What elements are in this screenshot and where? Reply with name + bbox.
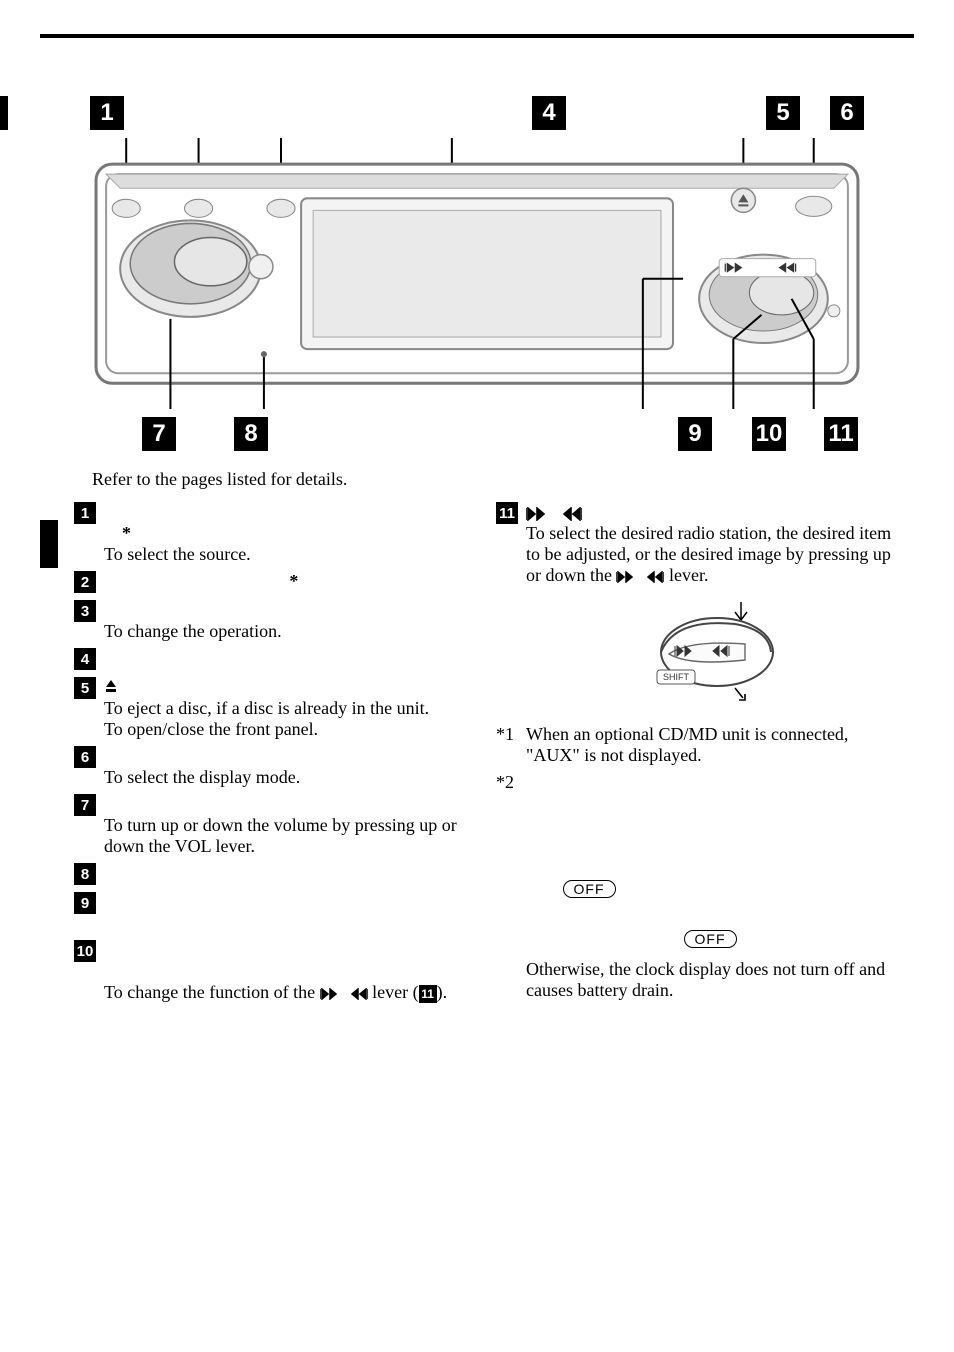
callout-4: 4: [532, 96, 566, 130]
item-1-desc: To select the source.: [104, 544, 472, 565]
item-8-label: Reset button 8: [104, 863, 215, 883]
right-column: 11 lever 11, 13, 14, 15, 17, 18, 19, 20 …: [496, 502, 894, 1009]
item-7-label: VOL (volume control) lever 17: [104, 794, 472, 815]
footnote-1-text: When an optional CD/MD unit is connected…: [526, 724, 848, 765]
badge-1: 1: [74, 502, 96, 524]
item-5-desc: To eject a disc, if a disc is already in…: [104, 698, 472, 719]
eject-icon: [104, 677, 123, 697]
item-4: 4 Display window: [74, 648, 472, 671]
item-11: 11 lever 11, 13, 14, 15, 17, 18, 19, 20 …: [496, 502, 894, 710]
badge-3: 3: [74, 600, 96, 622]
item-3: 3 MODE button 10, 11, 12, 13, 15 To chan…: [74, 600, 472, 642]
badge-9: 9: [74, 892, 96, 914]
item-5-desc2: To open/close the front panel.: [104, 719, 472, 740]
device-drawing: [90, 138, 864, 409]
badge-5: 5: [74, 677, 96, 699]
footnote-2-mark: *2: [496, 772, 526, 814]
callout-7: 7: [142, 417, 176, 451]
item-1: 1 SOURCE button 10, 11, 12, 13, 15, 19, …: [74, 502, 472, 565]
caution-body: After turning the ignition off, be sure …: [526, 857, 894, 920]
item-11-label: lever 11, 13, 14, 15, 17, 18, 19, 20: [587, 502, 835, 522]
item-5-label: (front panel release/eject) button 9, 10: [123, 677, 414, 697]
page-title: Location of controls: [92, 48, 914, 74]
callout-8: 8: [234, 417, 268, 451]
item-9: 9 Receptor for the card remote commander: [74, 892, 472, 934]
off-button-centered: OFF: [526, 928, 894, 949]
diagram: 1 2 3 4 5 6: [90, 96, 864, 451]
side-tab: [40, 520, 58, 568]
item-5: 5 (front panel release/eject) button 9, …: [74, 677, 472, 740]
callout-10: 10: [752, 417, 786, 451]
caution-block: Caution After turning the ignition off, …: [526, 832, 894, 1001]
left-column: 1 SOURCE button 10, 11, 12, 13, 15, 19, …: [74, 502, 472, 1009]
inline-badge-11: 11: [419, 985, 437, 1003]
badge-8: 8: [74, 863, 96, 885]
item-2-label: OFF button 9, 10, 12, 13: [104, 571, 289, 591]
lever-illustration: SHIFT: [635, 596, 785, 706]
item-6-label: DSPL (display mode change) button 14: [104, 746, 472, 767]
shift-label: SHIFT: [663, 672, 690, 682]
badge-10: 10: [74, 940, 96, 962]
item-10: 10 SHIFT button 11, 13, 14, 15, 17, 18, …: [74, 940, 472, 1003]
footnote-1: *1 When an optional CD/MD unit is connec…: [496, 724, 894, 766]
callout-6: 6: [830, 96, 864, 130]
item-2: 2 OFF button 9, 10, 12, 13*: [74, 571, 472, 594]
callouts-bottom: 7 8 9 10 11: [90, 417, 864, 451]
badge-2: 2: [74, 571, 96, 593]
item-6: 6 DSPL (display mode change) button 14 T…: [74, 746, 472, 788]
badge-11: 11: [496, 502, 518, 524]
caution-head: Caution: [526, 832, 894, 853]
callouts-top: 1 2 3 4 5 6: [90, 96, 864, 130]
item-10-desc: To change the function of the lever (11)…: [104, 982, 472, 1003]
off-button-inline: OFF: [563, 880, 616, 898]
item-3-label: MODE button 10, 11, 12, 13, 15: [104, 600, 472, 621]
page-num-bottom: 6: [40, 1314, 47, 1330]
callout-5: 5: [766, 96, 800, 130]
item-10-label2: 20, 21: [104, 961, 472, 982]
footnote-2-text: Warning when installing in a car without…: [526, 772, 883, 813]
callout-9: 9: [678, 417, 712, 451]
item-9-label2: commander: [104, 913, 472, 934]
item-7: 7 VOL (volume control) lever 17 To turn …: [74, 794, 472, 857]
badge-4: 4: [74, 648, 96, 670]
page-num-top: 2: [40, 20, 48, 38]
item-1-label: SOURCE button 10, 11, 12, 13, 15, 19,: [104, 502, 396, 522]
footnote-2: *2 Warning when installing in a car with…: [496, 772, 894, 814]
seek-icon: [526, 502, 587, 522]
item-7-desc: To turn up or down the volume by pressin…: [104, 815, 472, 857]
seek-icon: [320, 982, 373, 1002]
callout-11: 11: [824, 417, 858, 451]
seek-icon: [616, 565, 669, 585]
item-6-desc: To select the display mode.: [104, 767, 472, 788]
item-9-label: Receptor for the card remote: [104, 892, 472, 913]
item-1-label2: 21: [104, 523, 122, 543]
item-10-label: SHIFT button 11, 13, 14, 15, 17, 18, 19,: [104, 940, 472, 961]
intro-text: Refer to the pages listed for details.: [92, 469, 914, 490]
caution-after: Otherwise, the clock display does not tu…: [526, 959, 894, 1001]
footnote-1-mark: *1: [496, 724, 526, 766]
badge-6: 6: [74, 746, 96, 768]
item-11-desc: To select the desired radio station, the…: [526, 523, 894, 586]
item-4-label: Display window: [104, 648, 227, 668]
item-3-desc: To change the operation.: [104, 621, 472, 642]
item-8: 8 Reset button 8: [74, 863, 472, 886]
badge-7: 7: [74, 794, 96, 816]
